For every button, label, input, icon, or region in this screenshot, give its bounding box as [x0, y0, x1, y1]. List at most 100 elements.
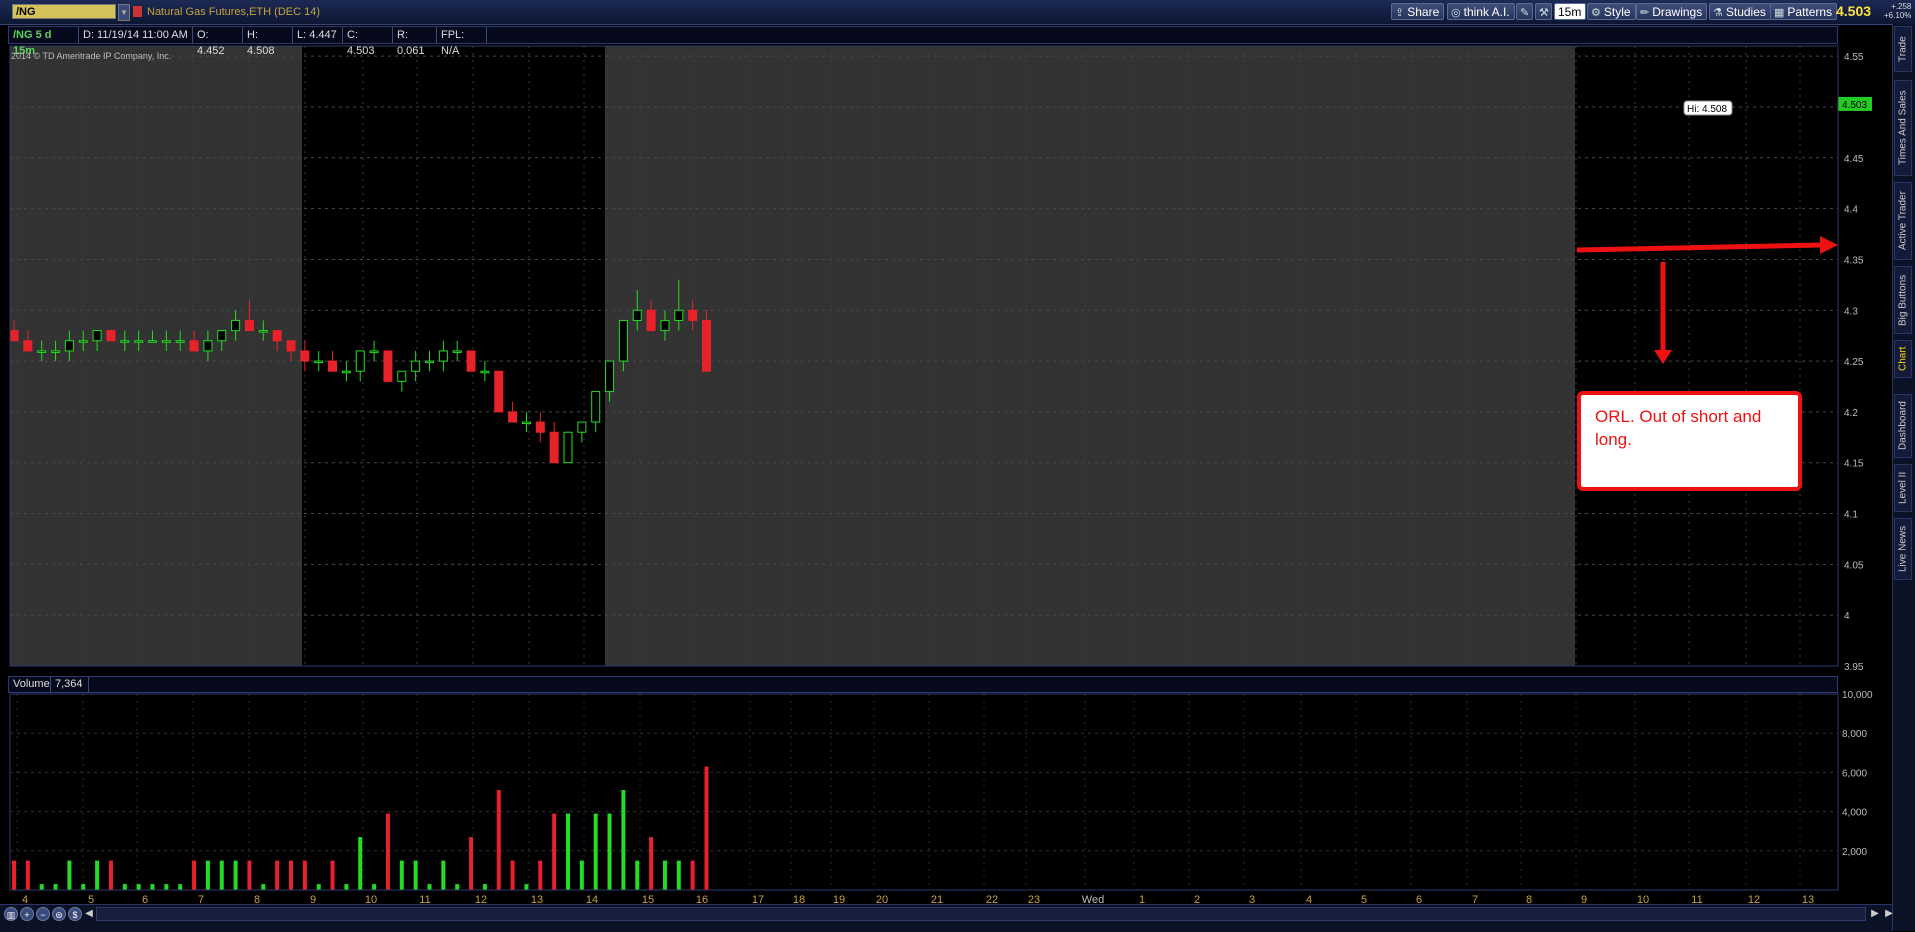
candle-body	[328, 360, 338, 372]
volume-tick-label: 8,000	[1842, 729, 1867, 740]
volume-bar	[192, 860, 197, 890]
volume-bar	[579, 860, 584, 890]
price-tick-label: 4.25	[1844, 357, 1864, 368]
volume-bar	[275, 860, 280, 890]
time-scrollbar[interactable]	[96, 907, 1866, 921]
volume-bar	[233, 860, 238, 890]
volume-bar	[552, 813, 557, 890]
candle-body	[341, 370, 351, 374]
volume-bar	[95, 860, 100, 890]
candle-body	[605, 360, 615, 393]
volume-bar	[8, 676, 1838, 693]
candle-body	[244, 319, 254, 332]
candle-body	[258, 330, 268, 333]
candle-body	[521, 421, 531, 425]
volume-bar	[136, 884, 141, 890]
volume-bar	[676, 860, 681, 890]
volume-bar	[164, 884, 169, 890]
scroll-right-icon[interactable]: ▶	[1868, 907, 1882, 921]
bar-high: H: 4.508	[243, 27, 293, 57]
candle-body	[563, 431, 573, 464]
volume-tick-label: 10,000	[1842, 690, 1873, 701]
candle-body	[37, 350, 47, 353]
volume-bar	[635, 860, 640, 890]
price-tick-label: 4.4	[1844, 205, 1858, 216]
volume-bar	[302, 860, 307, 890]
volume-bar	[649, 837, 654, 890]
candle-body	[134, 340, 144, 343]
candle-body	[660, 319, 670, 332]
bar-fpl: FPL: N/A	[437, 27, 487, 57]
candle-body	[175, 340, 185, 343]
hi-marker-label: Hi: 4.508	[1687, 104, 1727, 115]
candle-body	[314, 360, 324, 364]
zoom-in-icon[interactable]: +	[20, 907, 34, 921]
volume-tick-label: 6,000	[1842, 768, 1867, 779]
zoom-out-icon[interactable]: −	[36, 907, 50, 921]
volume-bar	[607, 813, 612, 890]
copyright: 2014 © TD Ameritrade IP Company, Inc.	[11, 51, 172, 61]
price-tick-label: 4.45	[1844, 154, 1864, 165]
volume-bar	[413, 860, 418, 890]
price-tick-label: 4.35	[1844, 255, 1864, 266]
candle-body	[217, 330, 227, 342]
volume-bar	[496, 790, 501, 890]
candle-body	[702, 319, 711, 372]
volume-bar	[12, 860, 16, 890]
candle-body	[78, 340, 88, 343]
volume-bar	[178, 884, 183, 890]
scroll-left-icon[interactable]: ◀	[82, 907, 96, 921]
candle-body	[549, 431, 559, 464]
volume-bar	[330, 860, 335, 890]
candle-body	[508, 411, 518, 423]
price-tick-label: 4	[1844, 611, 1850, 622]
volume-bar	[385, 813, 390, 890]
volume-label: Volume	[9, 677, 51, 692]
scroll-end-icon[interactable]: ▶	[1882, 907, 1896, 921]
candle-body	[300, 350, 310, 362]
volume-bar	[219, 860, 224, 890]
bar-close: C: 4.503	[343, 27, 393, 57]
candle-body	[425, 360, 434, 364]
candle-body	[383, 350, 393, 382]
volume-bar	[690, 860, 695, 890]
chart-symbol-label: /NG 5 d 15m	[9, 27, 79, 57]
session-block-1	[1575, 46, 1838, 666]
candle-body	[369, 350, 379, 353]
volume-bar	[469, 837, 474, 890]
volume-pane-bg	[10, 694, 1838, 890]
volume-bar	[593, 813, 598, 890]
price-axis-icon[interactable]: $	[68, 907, 82, 921]
candle-body	[355, 350, 365, 372]
candle-body	[688, 309, 698, 321]
candle-body	[632, 309, 642, 321]
volume-bar	[441, 860, 446, 890]
bar-open: O: 4.452	[193, 27, 243, 57]
grid-toggle-icon[interactable]: ▥	[4, 907, 18, 921]
volume-bar	[621, 790, 626, 890]
volume-bar	[427, 884, 432, 890]
last-price-tag-label: 4.503	[1842, 100, 1867, 111]
volume-bar	[316, 884, 321, 890]
volume-bar	[482, 884, 487, 890]
volume-bar	[39, 884, 44, 890]
candle-body	[23, 340, 33, 352]
price-pane-bg	[10, 46, 1838, 666]
price-tick-label: 4.3	[1844, 306, 1858, 317]
volume-bar	[344, 884, 349, 890]
volume-bar	[566, 813, 570, 890]
volume-bar	[372, 884, 377, 890]
candle-body	[9, 330, 19, 342]
volume-bar	[358, 837, 363, 890]
candle-body	[148, 340, 157, 343]
zoom-fit-icon[interactable]: ⊜	[52, 907, 66, 921]
price-tick-label: 4.05	[1844, 560, 1864, 571]
volume-tick-label: 2,000	[1842, 847, 1867, 858]
annotation-callout: ORL. Out of short and long.	[1577, 391, 1802, 491]
candle-body	[397, 370, 407, 382]
candle-body	[272, 330, 282, 342]
candle-body	[674, 309, 684, 321]
volume-bar	[524, 884, 529, 890]
candle-body	[92, 330, 102, 342]
session-block-0	[302, 46, 605, 666]
